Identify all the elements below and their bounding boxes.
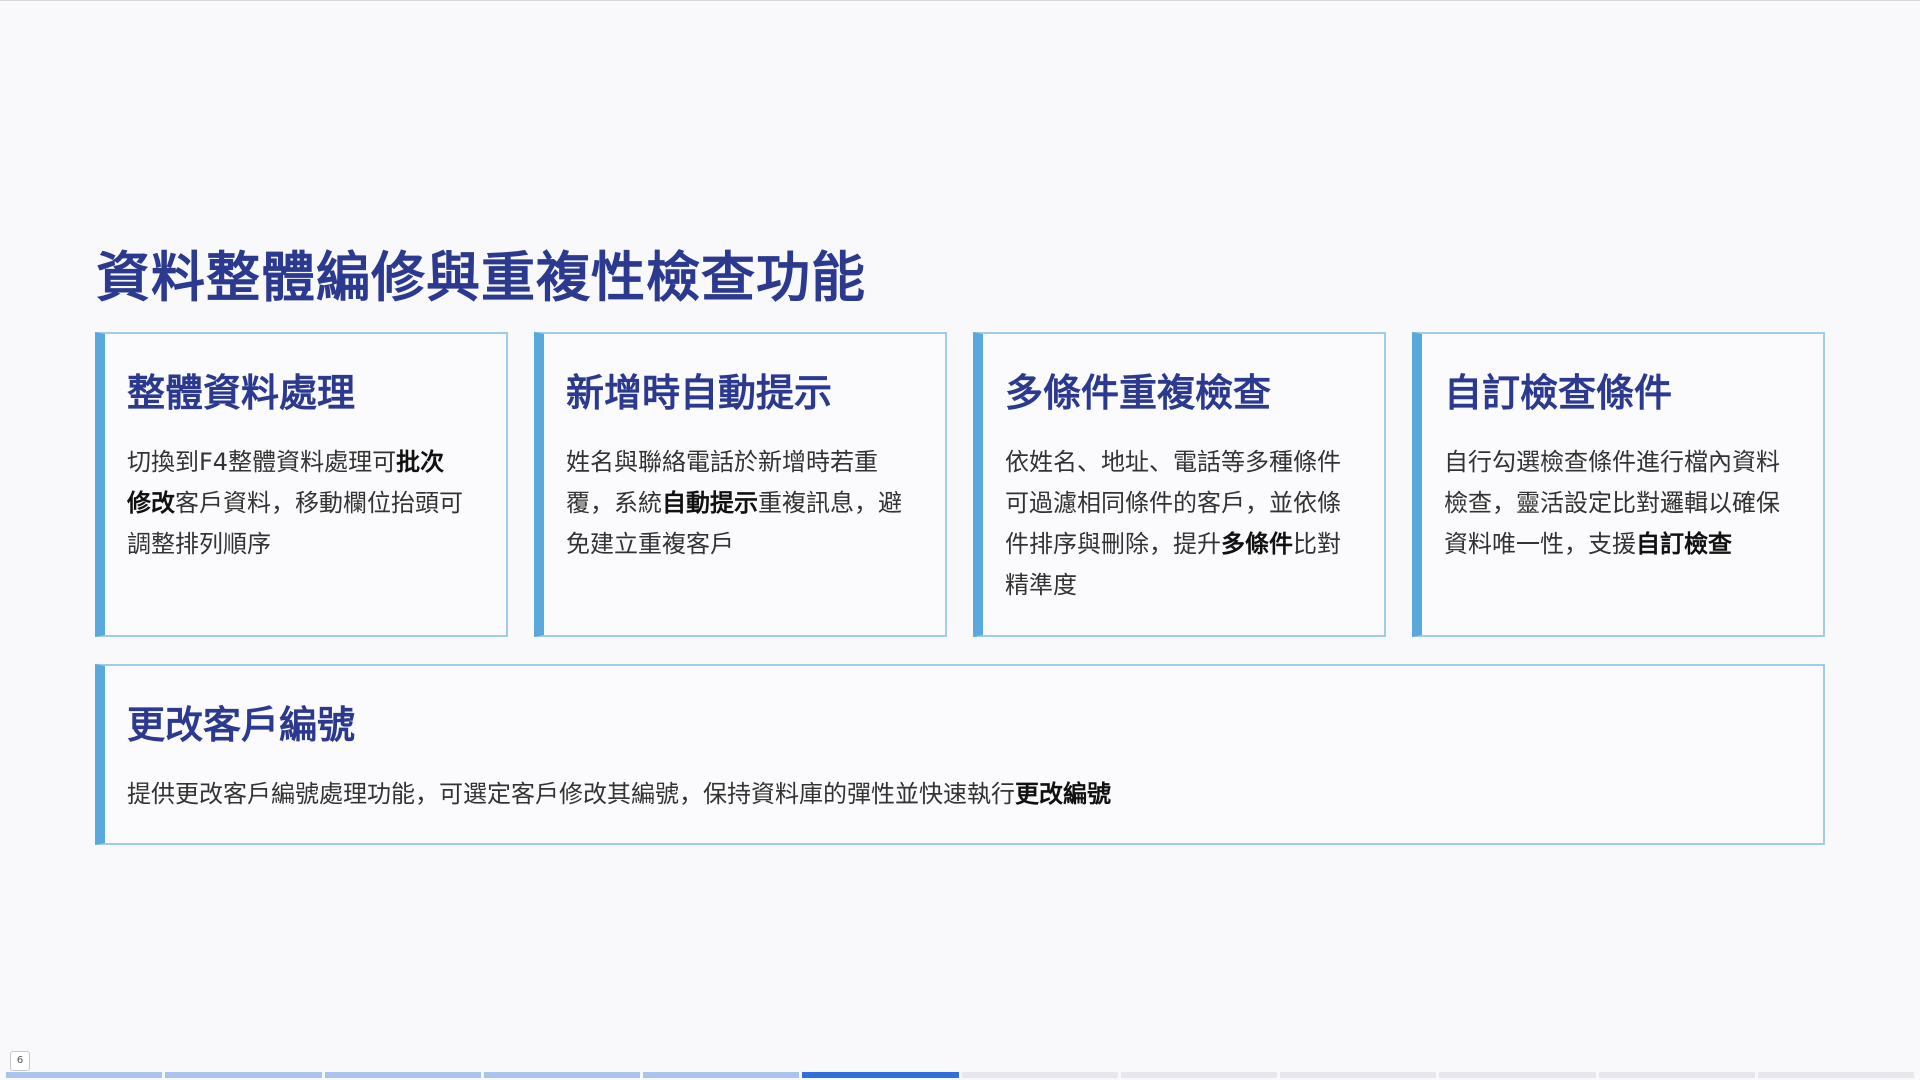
progress-segment[interactable] <box>1439 1072 1596 1078</box>
top-divider <box>0 0 1920 1</box>
feature-card-batch-processing: 整體資料處理 切換到F4整體資料處理可批次修改客戶資料，移動欄位抬頭可調整排列順… <box>95 332 508 637</box>
emphasis-text: 自動提示 <box>662 489 758 517</box>
emphasis-text: 多條件 <box>1221 530 1293 558</box>
feature-card-custom-check: 自訂檢查條件 自行勾選檢查條件進行檔內資料檢查，靈活設定比對邏輯以確保資料唯一性… <box>1412 332 1825 637</box>
page-number-badge: 6 <box>10 1051 30 1071</box>
card-title: 更改客戶編號 <box>127 703 356 747</box>
progress-segment[interactable] <box>1120 1072 1277 1078</box>
emphasis-text: 自訂檢查 <box>1636 530 1732 558</box>
card-title: 整體資料處理 <box>127 371 356 415</box>
progress-segment[interactable] <box>1598 1072 1755 1078</box>
feature-card-multi-condition-check: 多條件重複檢查 依姓名、地址、電話等多種條件可過濾相同條件的客戶，並依條件排序與… <box>973 332 1386 637</box>
feature-card-change-customer-id: 更改客戶編號 提供更改客戶編號處理功能，可選定客戶修改其編號，保持資料庫的彈性並… <box>95 664 1825 845</box>
progress-segment[interactable] <box>6 1072 163 1078</box>
card-body: 自行勾選檢查條件進行檔內資料檢查，靈活設定比對邏輯以確保資料唯一性，支援自訂檢查 <box>1444 442 1784 565</box>
card-body: 提供更改客戶編號處理功能，可選定客戶修改其編號，保持資料庫的彈性並快速執行更改編… <box>127 774 1727 815</box>
progress-segment[interactable] <box>165 1072 322 1078</box>
emphasis-text: 更改編號 <box>1015 780 1111 808</box>
feature-card-auto-prompt: 新增時自動提示 姓名與聯絡電話於新增時若重覆，系統自動提示重複訊息，避免建立重複… <box>534 332 947 637</box>
progress-segment[interactable] <box>961 1072 1118 1078</box>
body-text: 客戶資料，移動欄位抬頭可調整排列順序 <box>127 489 463 558</box>
progress-segment-current[interactable] <box>802 1072 959 1078</box>
card-title: 多條件重複檢查 <box>1005 371 1272 415</box>
progress-segment[interactable] <box>483 1072 640 1078</box>
slide-title: 資料整體編修與重複性檢查功能 <box>96 246 866 309</box>
body-text: 提供更改客戶編號處理功能，可選定客戶修改其編號，保持資料庫的彈性並快速執行 <box>127 780 1015 808</box>
body-text: 切換到F4整體資料處理可 <box>127 448 397 476</box>
progress-segment[interactable] <box>1280 1072 1437 1078</box>
card-body: 依姓名、地址、電話等多種條件可過濾相同條件的客戶，並依條件排序與刪除，提升多條件… <box>1005 442 1345 606</box>
progress-segment[interactable] <box>324 1072 481 1078</box>
slide-progress-bar[interactable] <box>6 1072 1914 1078</box>
card-body: 切換到F4整體資料處理可批次修改客戶資料，移動欄位抬頭可調整排列順序 <box>127 442 467 565</box>
card-body: 姓名與聯絡電話於新增時若重覆，系統自動提示重複訊息，避免建立重複客戶 <box>566 442 906 565</box>
card-title: 自訂檢查條件 <box>1444 371 1673 415</box>
card-title: 新增時自動提示 <box>566 371 833 415</box>
progress-segment[interactable] <box>643 1072 800 1078</box>
progress-segment[interactable] <box>1757 1072 1914 1078</box>
